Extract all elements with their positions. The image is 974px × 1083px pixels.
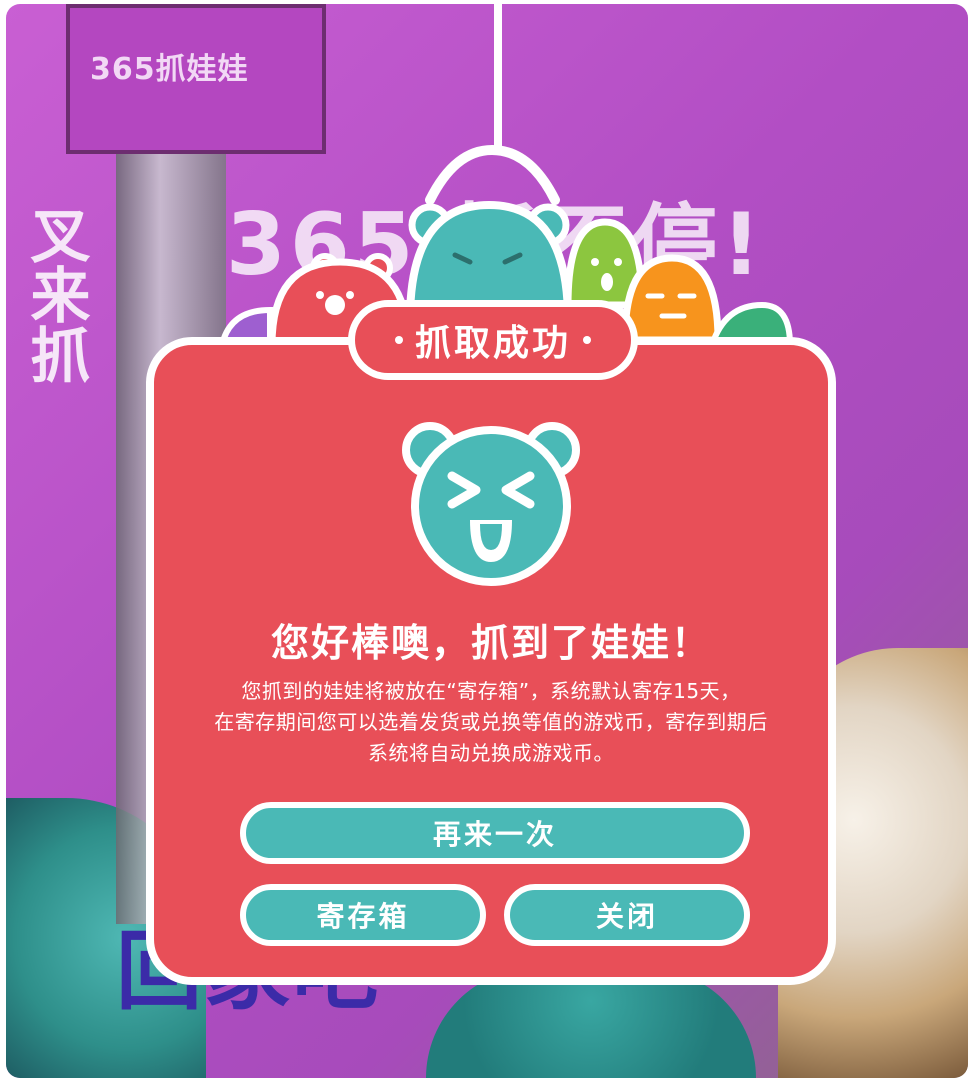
title-dot-left bbox=[394, 336, 403, 344]
claw-string bbox=[494, 4, 502, 154]
close-button[interactable]: 关闭 bbox=[504, 884, 750, 946]
background-slogan: 365 抓不停! bbox=[226, 195, 765, 295]
description-line: 在寄存期间您可以选着发货或兑换等值的游戏币，寄存到期后 bbox=[214, 710, 768, 734]
happy-bear-icon bbox=[402, 422, 580, 586]
dialog-title: 抓取成功 bbox=[414, 323, 571, 364]
play-again-button[interactable]: 再来一次 bbox=[240, 802, 750, 864]
description-line: 您抓到的娃娃将被放在“寄存箱”，系统默认寄存15天， bbox=[241, 679, 741, 703]
machine-banner-text: 365抓娃娃 bbox=[90, 52, 249, 87]
dialog-title-badge: 抓取成功 bbox=[348, 300, 638, 380]
machine-banner: 365抓娃娃 bbox=[66, 4, 326, 154]
success-headline: 您好棒噢，抓到了娃娃！ bbox=[270, 621, 711, 665]
storage-box-button[interactable]: 寄存箱 bbox=[240, 884, 486, 946]
success-description: 您抓到的娃娃将被放在“寄存箱”，系统默认寄存15天， 在寄存期间您可以选着发货或… bbox=[166, 676, 816, 769]
background-side-text: 叉来抓 bbox=[20, 204, 90, 384]
title-dot-right bbox=[583, 336, 591, 344]
description-line: 系统将自动兑换成游戏币。 bbox=[368, 741, 614, 765]
